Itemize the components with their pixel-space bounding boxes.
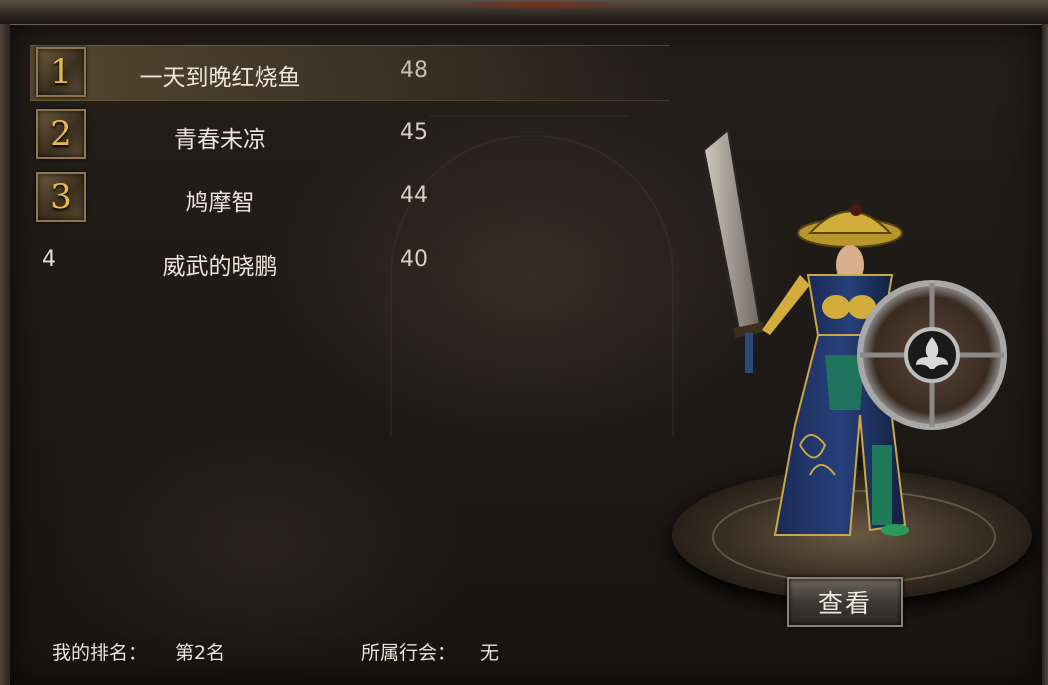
player-name: 一天到晚红烧鱼 xyxy=(139,65,301,91)
player-name: 青春未凉 xyxy=(174,127,266,153)
rank-badge-3: 3 xyxy=(36,172,86,222)
guild-value: 无 xyxy=(480,642,500,664)
ranking-row-1[interactable]: 1 一天到晚红烧鱼 48 xyxy=(30,45,670,101)
rank-badge-2: 2 xyxy=(36,109,86,159)
window-right-frame xyxy=(1042,24,1048,685)
guild-label: 所属行会： xyxy=(361,642,457,664)
window-left-frame xyxy=(0,24,10,685)
player-level: 40 xyxy=(400,247,428,272)
view-button[interactable]: 查看 xyxy=(787,577,903,627)
rank-badge-1: 1 xyxy=(36,47,86,97)
player-level: 45 xyxy=(400,120,428,145)
my-rank-value: 第2名 xyxy=(175,642,226,664)
player-name: 鸠摩智 xyxy=(185,190,255,216)
window-top-frame xyxy=(0,0,1048,25)
ranking-row-4[interactable]: 4 威武的晓鹏 40 xyxy=(30,235,670,289)
my-rank-label: 我的排名： xyxy=(52,642,148,664)
character-preview-model xyxy=(702,128,1007,536)
player-level: 44 xyxy=(400,183,428,208)
player-level: 48 xyxy=(400,58,428,83)
player-name: 威武的晓鹏 xyxy=(162,254,278,280)
rank-number-4: 4 xyxy=(42,247,56,272)
ranking-row-2[interactable]: 2 青春未凉 45 xyxy=(30,108,670,162)
ranking-row-3[interactable]: 3 鸠摩智 44 xyxy=(30,171,670,225)
